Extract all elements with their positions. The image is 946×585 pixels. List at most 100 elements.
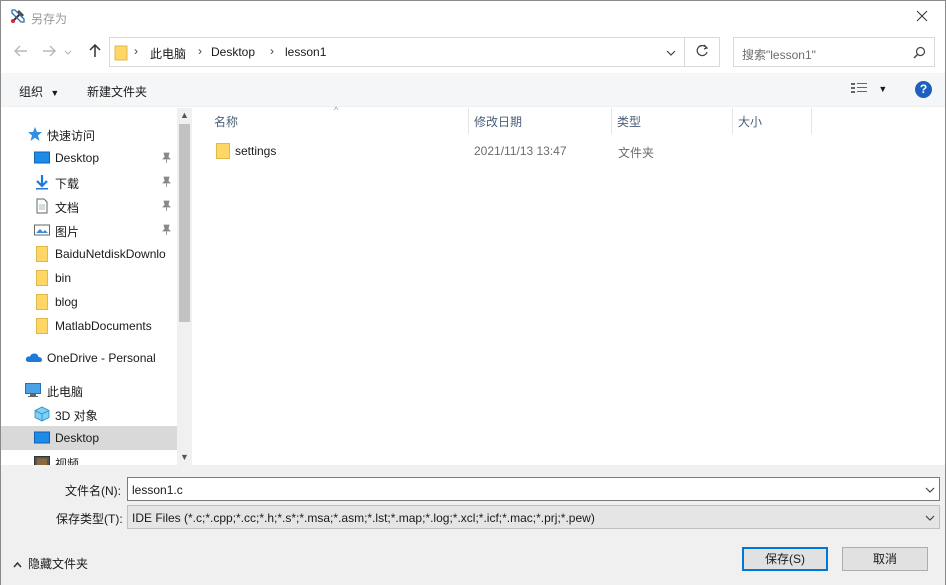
folder-icon (36, 246, 52, 262)
document-icon (34, 198, 50, 214)
column-divider[interactable] (611, 108, 612, 134)
save-form: 文件名(N): lesson1.c 保存类型(T): IDE Files (*.… (1, 465, 945, 585)
download-icon (34, 174, 50, 190)
cube-icon (34, 406, 50, 422)
savetype-label: 保存类型(T): (56, 512, 123, 526)
organize-menu[interactable]: 组织 ▼ (19, 83, 59, 100)
arrow-right-icon (42, 45, 56, 60)
refresh-button[interactable] (685, 37, 720, 67)
forward-button[interactable] (39, 42, 59, 62)
folder-icon (36, 294, 52, 310)
filename-field[interactable]: lesson1.c (127, 477, 940, 501)
sidebar-item-matlabdocuments[interactable]: MatlabDocuments (1, 314, 177, 338)
sidebar-item-3d-objects[interactable]: 3D 对象 (1, 402, 177, 426)
sidebar-item-label: 此电脑 (47, 385, 84, 399)
breadcrumb-separator-icon: › (198, 44, 202, 58)
sidebar-item-label: Desktop (55, 431, 100, 445)
sidebar-item-label: 3D 对象 (55, 409, 98, 423)
column-header-size[interactable]: 大小 (738, 113, 762, 130)
pin-icon[interactable] (162, 176, 171, 190)
sidebar-item-videos[interactable]: 视频 (1, 450, 177, 465)
sidebar-item-pictures[interactable]: 图片 (1, 218, 177, 242)
caret-down-icon: ▼ (50, 88, 60, 98)
pin-icon[interactable] (162, 224, 171, 238)
video-icon (34, 454, 50, 465)
new-folder-button[interactable]: 新建文件夹 (87, 83, 147, 100)
navigation-pane: 快速访问 Desktop 下载 文档 图片 BaiduNetdiskDownlo… (1, 108, 177, 465)
breadcrumb-lesson1[interactable]: lesson1 (285, 45, 326, 59)
sidebar-item-bin[interactable]: bin (1, 266, 177, 290)
window-title: 另存为 (31, 12, 68, 26)
sidebar-item-label: 文档 (55, 201, 80, 215)
sidebar-item-label: bin (55, 271, 72, 285)
arrow-up-icon (89, 43, 101, 61)
breadcrumb-this-pc[interactable]: 此电脑 (150, 45, 186, 62)
address-bar[interactable]: › 此电脑 › Desktop › lesson1 (109, 37, 685, 67)
scroll-down-icon[interactable]: ▼ (180, 452, 189, 462)
cancel-button[interactable]: 取消 (842, 547, 928, 571)
search-icon[interactable] (913, 46, 926, 62)
sidebar-item-downloads[interactable]: 下载 (1, 170, 177, 194)
scrollbar-thumb[interactable] (179, 124, 190, 322)
folder-icon (36, 270, 52, 286)
column-header-type[interactable]: 类型 (617, 113, 641, 130)
folder-icon (36, 318, 52, 334)
sidebar-item-desktop[interactable]: Desktop (1, 426, 177, 450)
navigation-scrollbar[interactable]: ▲ ▼ (177, 108, 192, 465)
table-row[interactable]: settings 2021/11/13 13:47 文件夹 (210, 140, 810, 162)
chevron-up-icon (13, 557, 22, 571)
address-dropdown-icon[interactable] (666, 46, 676, 60)
sidebar-item-label: Desktop (55, 151, 100, 165)
column-divider[interactable] (732, 108, 733, 134)
column-header-name[interactable]: 名称 (214, 113, 238, 130)
column-header-modified[interactable]: 修改日期 (474, 113, 522, 130)
file-name: settings (235, 144, 277, 158)
search-placeholder: 搜索"lesson1" (742, 48, 816, 62)
navigation-row: › 此电脑 › Desktop › lesson1 搜索"lesson1" (1, 33, 945, 71)
sidebar-item-desktop-pinned[interactable]: Desktop (1, 146, 177, 170)
chevron-down-icon[interactable] (925, 511, 935, 525)
star-icon (27, 126, 43, 142)
chevron-down-icon (64, 45, 72, 59)
hide-folders-label: 隐藏文件夹 (28, 557, 89, 571)
sidebar-item-label: BaiduNetdiskDownlo (55, 247, 166, 261)
sidebar-item-onedrive[interactable]: OneDrive - Personal (1, 346, 177, 370)
sidebar-item-this-pc[interactable]: 此电脑 (1, 378, 177, 402)
details-view-icon (851, 83, 870, 97)
savetype-select[interactable]: IDE Files (*.c;*.cpp;*.cc;*.h;*.s*;*.msa… (127, 505, 940, 529)
sidebar-item-label: 下载 (55, 177, 80, 191)
title-bar: 另存为 (1, 1, 945, 33)
breadcrumb-desktop[interactable]: Desktop (211, 45, 255, 59)
pin-icon[interactable] (162, 152, 171, 166)
organize-label: 组织 (19, 85, 44, 99)
column-divider[interactable] (811, 108, 812, 134)
view-options-button[interactable]: ▼ (851, 82, 887, 97)
help-icon: ? (919, 82, 928, 96)
close-icon (916, 10, 928, 25)
search-box[interactable]: 搜索"lesson1" (733, 37, 935, 67)
file-list: ^ 名称 修改日期 类型 大小 settings 2021/11/13 13:4… (192, 105, 945, 465)
close-button[interactable] (899, 1, 945, 33)
column-divider[interactable] (468, 108, 469, 134)
help-button[interactable]: ? (915, 81, 932, 98)
up-button[interactable] (85, 42, 105, 62)
desktop-icon (34, 430, 50, 446)
save-as-dialog: 另存为 › 此电脑 › Desktop › lesson1 搜索"lesson1… (0, 0, 946, 585)
sidebar-item-documents[interactable]: 文档 (1, 194, 177, 218)
caret-down-icon: ▼ (878, 84, 888, 94)
scroll-up-icon[interactable]: ▲ (180, 110, 189, 120)
command-toolbar: 组织 ▼ 新建文件夹 ▼ ? (1, 73, 945, 107)
save-button[interactable]: 保存(S) (742, 547, 828, 571)
recent-locations-button[interactable] (61, 42, 75, 62)
sidebar-item-blog[interactable]: blog (1, 290, 177, 314)
sidebar-item-baidunetdisk[interactable]: BaiduNetdiskDownlo (1, 242, 177, 266)
sidebar-item-quick-access[interactable]: 快速访问 (1, 122, 177, 146)
hide-folders-toggle[interactable]: 隐藏文件夹 (13, 555, 88, 572)
pin-icon[interactable] (162, 200, 171, 214)
back-button[interactable] (11, 42, 31, 62)
sidebar-item-label: 快速访问 (47, 129, 96, 143)
chevron-down-icon[interactable] (925, 483, 935, 497)
sidebar-item-label: blog (55, 295, 78, 309)
file-type: 文件夹 (618, 146, 655, 160)
arrow-left-icon (14, 45, 28, 60)
